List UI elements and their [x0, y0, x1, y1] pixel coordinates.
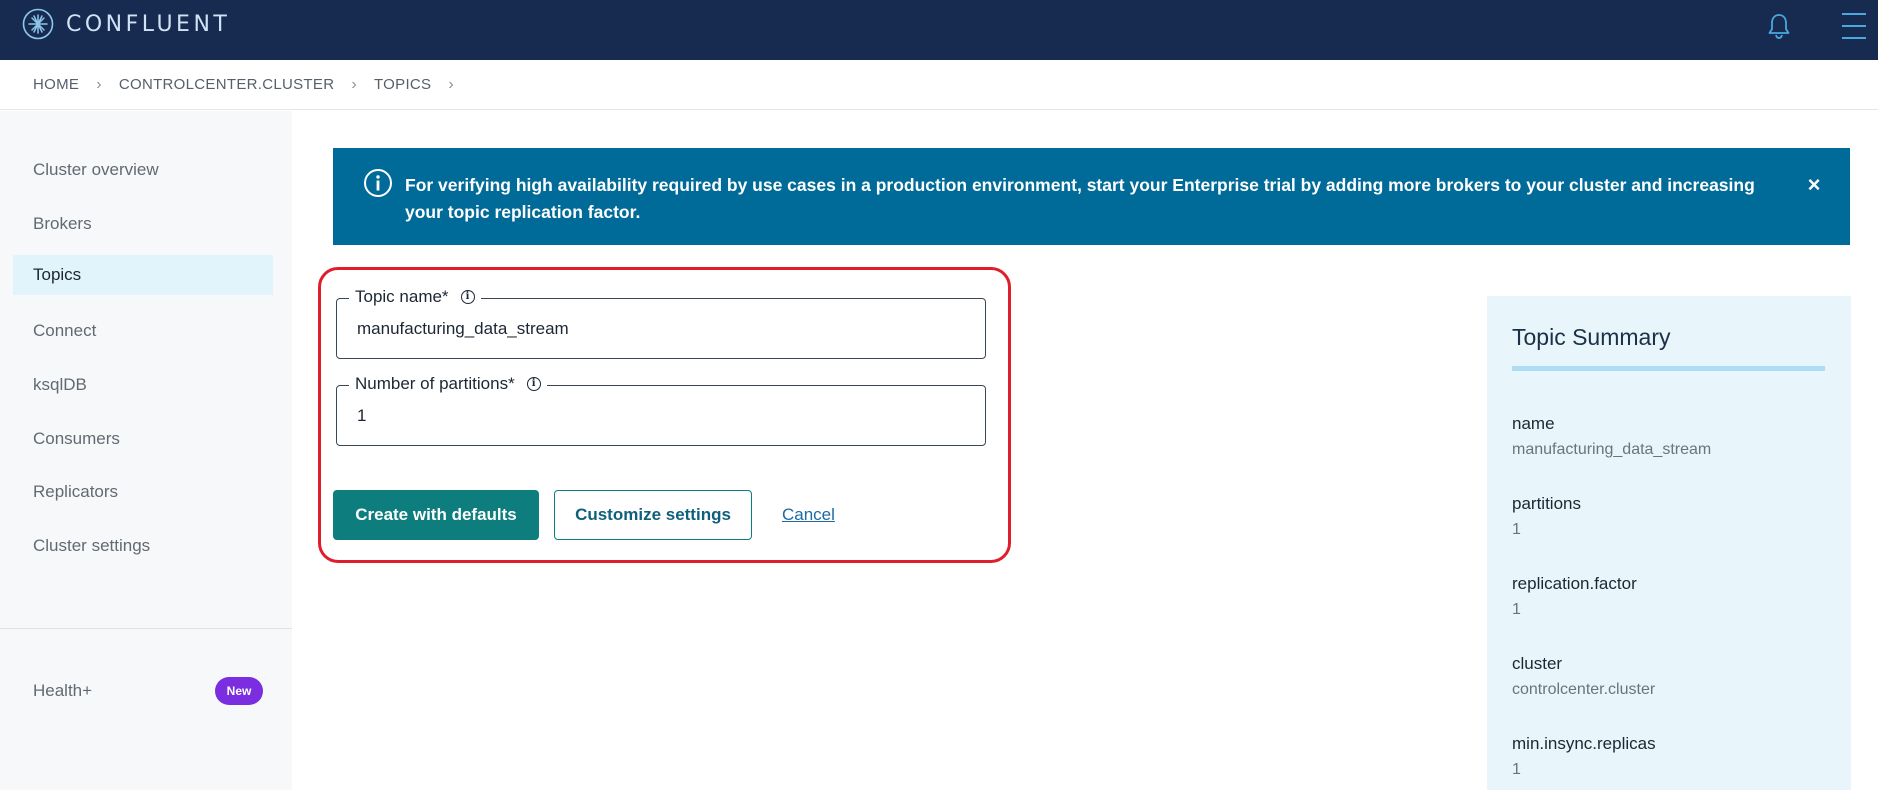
breadcrumb-topics[interactable]: TOPICS: [374, 76, 431, 93]
banner-message: For verifying high availability required…: [405, 175, 1755, 222]
breadcrumb-cluster[interactable]: CONTROLCENTER.CLUSTER: [119, 76, 335, 93]
summary-label-name: name: [1512, 414, 1555, 433]
sidebar-item-topics[interactable]: Topics: [13, 255, 273, 295]
partitions-label-text: Number of partitions*: [355, 374, 515, 393]
summary-value-partitions: 1: [1512, 521, 1521, 538]
info-icon[interactable]: i: [460, 290, 475, 304]
close-icon[interactable]: ×: [1803, 174, 1825, 196]
confluent-logo-icon: [22, 8, 54, 40]
breadcrumb-separator: ›: [96, 75, 102, 93]
breadcrumb-home[interactable]: HOME: [33, 76, 79, 93]
confluent-logo[interactable]: CONFLUENT: [22, 8, 230, 40]
partitions-input[interactable]: 1: [357, 406, 366, 426]
summary-label-replication-factor: replication.factor: [1512, 574, 1637, 593]
sidebar-item-cluster-overview[interactable]: Cluster overview: [13, 150, 273, 190]
summary-value-min-insync-replicas: 1: [1512, 761, 1521, 778]
partitions-label: Number of partitions* i: [349, 374, 547, 394]
sidebar-item-ksqldb[interactable]: ksqlDB: [13, 365, 273, 405]
topic-name-label-text: Topic name*: [355, 287, 449, 306]
info-banner: For verifying high availability required…: [333, 148, 1850, 245]
cancel-link[interactable]: Cancel: [782, 505, 835, 525]
sidebar: Cluster overview Brokers Topics Connect …: [0, 111, 292, 790]
sidebar-item-brokers[interactable]: Brokers: [13, 204, 273, 244]
top-navigation-bar: CONFLUENT: [0, 0, 1878, 60]
breadcrumb-separator: ›: [448, 75, 454, 93]
customize-settings-button[interactable]: Customize settings: [554, 490, 752, 540]
partitions-field[interactable]: Number of partitions* i 1: [336, 374, 986, 446]
sidebar-item-health-plus[interactable]: Health+: [33, 681, 92, 701]
sidebar-item-connect[interactable]: Connect: [13, 311, 273, 351]
notifications-bell-icon[interactable]: [1766, 12, 1792, 40]
info-icon: [363, 168, 393, 198]
sidebar-item-replicators[interactable]: Replicators: [13, 472, 273, 512]
info-icon[interactable]: i: [526, 377, 541, 391]
summary-value-name: manufacturing_data_stream: [1512, 441, 1712, 458]
breadcrumb-separator: ›: [351, 75, 357, 93]
summary-label-cluster: cluster: [1512, 654, 1563, 673]
sidebar-item-consumers[interactable]: Consumers: [13, 419, 273, 459]
summary-label-min-insync-replicas: min.insync.replicas: [1512, 734, 1656, 753]
breadcrumb: HOME › CONTROLCENTER.CLUSTER › TOPICS ›: [0, 60, 1878, 110]
create-with-defaults-button[interactable]: Create with defaults: [333, 490, 539, 540]
summary-title-underline: [1512, 366, 1825, 371]
hamburger-menu-icon[interactable]: [1840, 11, 1868, 41]
topic-summary-panel: Topic Summary name manufacturing_data_st…: [1487, 296, 1851, 790]
new-badge: New: [215, 677, 263, 705]
topic-name-field[interactable]: Topic name* i manufacturing_data_stream: [336, 287, 986, 359]
brand-name: CONFLUENT: [66, 11, 231, 37]
summary-value-cluster: controlcenter.cluster: [1512, 681, 1656, 698]
sidebar-divider: [0, 628, 292, 629]
summary-value-replication-factor: 1: [1512, 601, 1521, 618]
sidebar-item-cluster-settings[interactable]: Cluster settings: [13, 526, 273, 566]
summary-label-partitions: partitions: [1512, 494, 1581, 513]
topic-name-label: Topic name* i: [349, 287, 481, 307]
summary-title: Topic Summary: [1512, 324, 1671, 350]
topic-name-input[interactable]: manufacturing_data_stream: [357, 319, 569, 339]
